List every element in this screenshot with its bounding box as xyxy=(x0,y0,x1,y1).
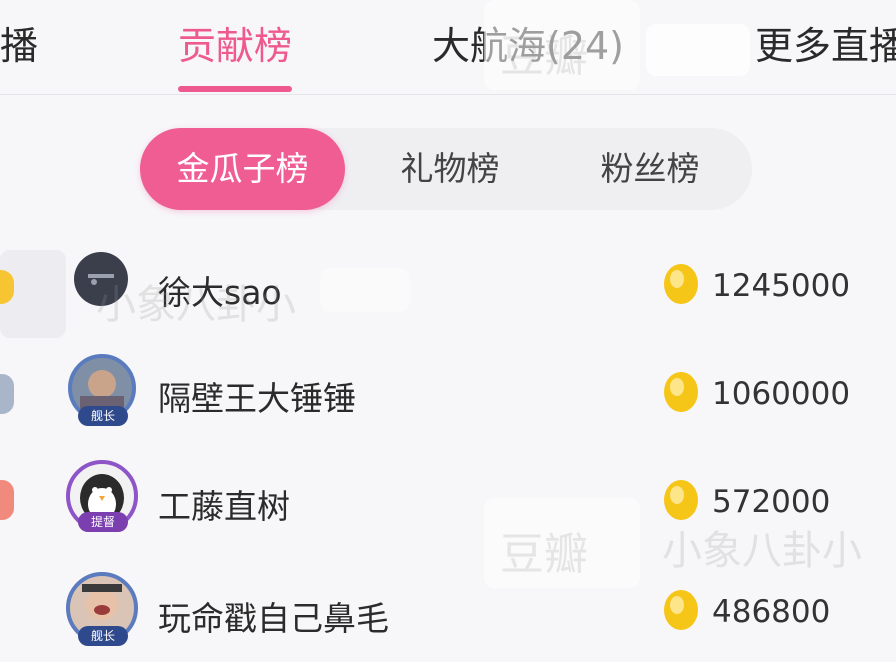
score-value: 1060000 xyxy=(712,376,851,412)
tab-live[interactable]: 播 xyxy=(0,22,38,70)
segment-gifts[interactable]: 礼物榜 xyxy=(370,128,530,210)
watermark-text: 小象八卦小 xyxy=(96,282,296,328)
tabbar-divider xyxy=(0,94,896,95)
top-tab-bar: 播 贡献榜 大航海(24) 更多直播 xyxy=(0,0,896,95)
list-item[interactable]: 提督 工藤直树 豆瓣 小象八卦小 572000 xyxy=(0,446,896,588)
active-tab-indicator xyxy=(178,86,292,92)
watermark-brand: 豆瓣 xyxy=(500,31,588,82)
gold-seed-icon xyxy=(664,264,698,304)
gold-seed-icon xyxy=(664,480,698,520)
gold-seed-icon xyxy=(664,590,698,630)
ranking-type-switch: 金瓜子榜 礼物榜 粉丝榜 xyxy=(140,128,752,210)
gold-seed-icon xyxy=(664,372,698,412)
tab-contribution[interactable]: 贡献榜 xyxy=(178,22,292,70)
user-name: 隔壁王大锤锤 xyxy=(158,379,356,418)
list-item[interactable]: 舰长 玩命戳自己鼻毛 486800 xyxy=(0,554,896,662)
admiral-badge: 提督 xyxy=(78,512,128,532)
rank-medal-icon xyxy=(0,374,14,414)
user-name: 玩命戳自己鼻毛 xyxy=(158,599,389,638)
tab-more-live[interactable]: 更多直播 xyxy=(755,22,896,70)
user-name: 工藤直树 xyxy=(158,487,290,526)
rank-medal-icon xyxy=(0,480,14,520)
blur-patch xyxy=(320,268,410,312)
score-value: 572000 xyxy=(712,484,831,520)
blur-patch xyxy=(646,24,750,76)
segment-fans[interactable]: 粉丝榜 xyxy=(570,128,730,210)
score-value: 1245000 xyxy=(712,268,851,304)
captain-badge: 舰长 xyxy=(78,406,128,426)
list-item[interactable]: 徐大sao 小象八卦小 1245000 xyxy=(0,232,896,340)
list-item[interactable]: 舰长 隔壁王大锤锤 1060000 xyxy=(0,338,896,446)
segment-gold-seeds[interactable]: 金瓜子榜 xyxy=(140,128,345,210)
captain-badge: 舰长 xyxy=(78,626,128,646)
score-value: 486800 xyxy=(712,594,831,630)
